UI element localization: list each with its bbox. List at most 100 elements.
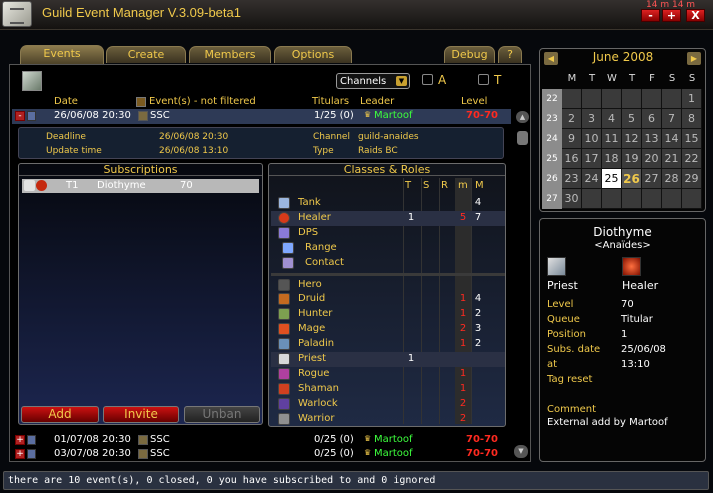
calendar-day[interactable]: 5: [622, 109, 642, 129]
col-max: M: [475, 180, 484, 191]
calendar-day[interactable]: 7: [662, 109, 682, 129]
calendar-day[interactable]: 16: [562, 149, 582, 169]
col-header-date[interactable]: Date: [54, 96, 78, 107]
close-button[interactable]: X: [686, 9, 705, 22]
calendar-day[interactable]: 9: [562, 129, 582, 149]
class-row-mage[interactable]: Mage 2 3: [271, 322, 505, 337]
calendar-day[interactable]: 25: [602, 169, 622, 189]
class-name: Mage: [298, 323, 326, 334]
week-number: 22: [542, 89, 562, 109]
calendar-day[interactable]: 29: [682, 169, 702, 189]
unban-button[interactable]: Unban: [184, 406, 260, 423]
calendar-day[interactable]: 26: [622, 169, 642, 189]
class-row-paladin[interactable]: Paladin 1 2: [271, 337, 505, 352]
calendar-day[interactable]: 24: [582, 169, 602, 189]
calendar-day[interactable]: 11: [602, 129, 622, 149]
event-leader: Martoof: [374, 110, 413, 121]
calendar-day[interactable]: 30: [562, 189, 582, 209]
event-row[interactable]: + 01/07/08 20:30 SSC 0/25 (0) ♛ Martoof …: [12, 433, 511, 447]
class-row-druid[interactable]: Druid 1 4: [271, 292, 505, 307]
event-row-selected[interactable]: - 26/06/08 20:30 SSC 1/25 (0) ♛ Martoof …: [12, 109, 511, 124]
healer-icon: [622, 257, 641, 276]
event-list-scrollbar[interactable]: ▲: [516, 111, 530, 451]
add-button[interactable]: Add: [21, 406, 99, 423]
channels-dropdown[interactable]: Channels ▼: [336, 73, 410, 89]
filter-t-checkbox[interactable]: [478, 74, 489, 85]
role-row-contact[interactable]: Contact: [271, 256, 505, 271]
tab-create[interactable]: Create: [106, 46, 186, 63]
scroll-thumb[interactable]: [517, 131, 528, 145]
scroll-down-icon[interactable]: ▼: [514, 445, 528, 458]
calendar-day[interactable]: 8: [682, 109, 702, 129]
calendar-day[interactable]: 27: [642, 169, 662, 189]
calendar-day[interactable]: 28: [662, 169, 682, 189]
calendar-day[interactable]: 21: [662, 149, 682, 169]
subscriber-name: Diothyme: [97, 180, 146, 191]
weekday-header: T: [628, 73, 636, 84]
notes-icon: [27, 435, 36, 445]
class-row-priest[interactable]: Priest 1: [271, 352, 505, 367]
col-header-leader[interactable]: Leader: [360, 96, 394, 107]
class-row-hunter[interactable]: Hunter 1 2: [271, 307, 505, 322]
calendar-day[interactable]: 12: [622, 129, 642, 149]
level-value: 70: [621, 299, 634, 310]
calendar-month-title: June 2008: [592, 50, 654, 64]
calendar-day[interactable]: 2: [562, 109, 582, 129]
col-header-events[interactable]: Event(s) - not filtered: [149, 96, 256, 107]
role-row-dps[interactable]: DPS: [271, 226, 505, 241]
refresh-icon[interactable]: [22, 71, 42, 91]
class-min: 1: [459, 338, 467, 349]
class-row-rogue[interactable]: Rogue 1: [271, 367, 505, 382]
calendar-day[interactable]: 15: [682, 129, 702, 149]
calendar-day[interactable]: 4: [602, 109, 622, 129]
class-row-shaman[interactable]: Shaman 1: [271, 382, 505, 397]
role-row-tank[interactable]: Tank 4: [271, 196, 505, 211]
hero-icon: [278, 279, 290, 291]
filter-a-checkbox[interactable]: [422, 74, 433, 85]
collapse-button[interactable]: -: [15, 111, 25, 121]
calendar-day[interactable]: 3: [582, 109, 602, 129]
role-row-healer[interactable]: Healer 1 5 7: [271, 211, 505, 226]
role-name: Range: [305, 242, 337, 253]
expand-button[interactable]: +: [15, 435, 25, 445]
col-s: S: [423, 180, 430, 191]
add-window-button[interactable]: +: [662, 9, 681, 22]
axe-icon: [278, 413, 290, 425]
class-name: Druid: [298, 293, 326, 304]
class-row-warlock[interactable]: Warlock 2: [271, 397, 505, 412]
tab-options[interactable]: Options: [274, 46, 352, 63]
expand-button[interactable]: +: [15, 449, 25, 459]
event-row[interactable]: + 03/07/08 20:30 SSC 0/25 (0) ♛ Martoof …: [12, 447, 511, 461]
deadline-value: 26/06/08 20:30: [159, 132, 229, 142]
calendar-day[interactable]: 22: [682, 149, 702, 169]
event-titulars: 0/25 (0): [314, 434, 354, 445]
prev-month-button[interactable]: ◀: [544, 52, 558, 65]
tab-events[interactable]: Events: [20, 45, 104, 64]
calendar-day[interactable]: 19: [622, 149, 642, 169]
tab-help[interactable]: ?: [498, 46, 522, 63]
minimize-button[interactable]: -: [641, 9, 660, 22]
calendar-day[interactable]: 20: [642, 149, 662, 169]
class-row-warrior[interactable]: Warrior 2: [271, 412, 505, 427]
app-book-icon: [2, 1, 32, 27]
calendar-day[interactable]: 1: [682, 89, 702, 109]
calendar-day[interactable]: 23: [562, 169, 582, 189]
subscriber-row[interactable]: T1 Diothyme 70: [22, 179, 259, 193]
invite-button[interactable]: Invite: [103, 406, 179, 423]
col-header-level[interactable]: Level: [461, 96, 487, 107]
role-row-range[interactable]: Range: [271, 241, 505, 256]
role-max: 4: [474, 197, 482, 208]
calendar-day[interactable]: 18: [602, 149, 622, 169]
calendar-day[interactable]: 14: [662, 129, 682, 149]
calendar-day[interactable]: 6: [642, 109, 662, 129]
next-month-button[interactable]: ▶: [687, 52, 701, 65]
calendar-day[interactable]: 10: [582, 129, 602, 149]
scroll-up-icon[interactable]: ▲: [516, 111, 529, 123]
tab-members[interactable]: Members: [189, 46, 271, 63]
calendar-day[interactable]: 13: [642, 129, 662, 149]
role-titulars: 1: [407, 212, 415, 223]
tab-debug[interactable]: Debug: [444, 46, 495, 63]
calendar-day: [642, 89, 662, 109]
calendar-day[interactable]: 17: [582, 149, 602, 169]
col-header-titulars[interactable]: Titulars: [312, 96, 349, 107]
